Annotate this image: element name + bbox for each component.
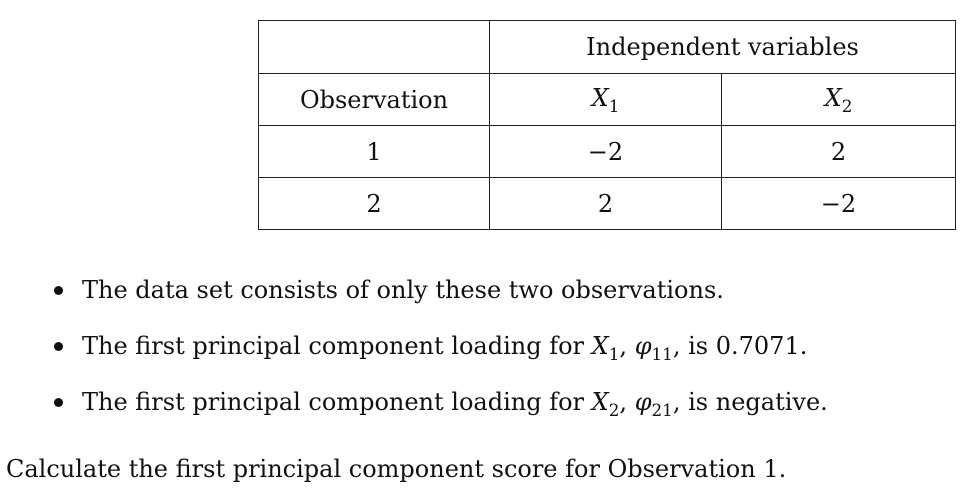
phi-symbol: φ (634, 388, 652, 416)
variable-subscript: 2 (608, 399, 620, 420)
list-item: The first principal component loading fo… (52, 380, 828, 436)
loading-phi11: φ11 (634, 332, 673, 364)
list-item-mid-text: , (619, 388, 635, 416)
variable-symbol: X (591, 332, 609, 360)
bullet-icon (54, 286, 63, 295)
variable-x2: X2 (591, 388, 620, 420)
list-item: The data set consists of only these two … (52, 268, 828, 324)
observation-cell: 2 (258, 177, 490, 230)
x1-header: X1 (489, 73, 722, 126)
assumption-list: The data set consists of only these two … (52, 268, 828, 436)
x1-cell: 2 (489, 177, 722, 230)
x2-symbol: X (824, 83, 842, 112)
list-item-text: The data set consists of only these two … (82, 276, 724, 304)
table-row: 1 −2 2 (258, 125, 956, 178)
x2-header: X2 (721, 73, 956, 126)
x1-symbol: X (591, 83, 609, 112)
list-item-post-text: , is 0.7071. (672, 332, 808, 360)
independent-variables-header: Independent variables (489, 20, 956, 74)
bullet-icon (54, 342, 63, 351)
x1-subscript: 1 (608, 95, 620, 116)
x2-cell: 2 (721, 125, 956, 178)
observation-cell: 1 (258, 125, 490, 178)
table-header-group-row: Independent variables (258, 20, 956, 74)
list-item-mid-text: , (619, 332, 635, 360)
list-item: The first principal component loading fo… (52, 324, 828, 380)
data-table: Independent variables Observation X1 X2 … (258, 20, 956, 230)
variable-symbol: X (591, 388, 609, 416)
phi-subscript: 11 (651, 343, 673, 364)
question-text: Calculate the first principal component … (6, 455, 787, 483)
variable-subscript: 1 (608, 343, 620, 364)
list-item-pre-text: The first principal component loading fo… (82, 332, 592, 360)
list-item-pre-text: The first principal component loading fo… (82, 388, 592, 416)
loading-phi21: φ21 (634, 388, 673, 420)
x2-subscript: 2 (841, 95, 853, 116)
table-row: 2 2 −2 (258, 177, 956, 230)
x2-cell: −2 (721, 177, 956, 230)
x1-cell: −2 (489, 125, 722, 178)
bullet-icon (54, 398, 63, 407)
empty-corner-cell (258, 20, 490, 74)
phi-subscript: 21 (651, 399, 673, 420)
table-header-row: Observation X1 X2 (258, 73, 956, 126)
observation-header: Observation (258, 73, 490, 126)
list-item-post-text: , is negative. (672, 388, 828, 416)
variable-x1: X1 (591, 332, 620, 364)
phi-symbol: φ (634, 332, 652, 360)
